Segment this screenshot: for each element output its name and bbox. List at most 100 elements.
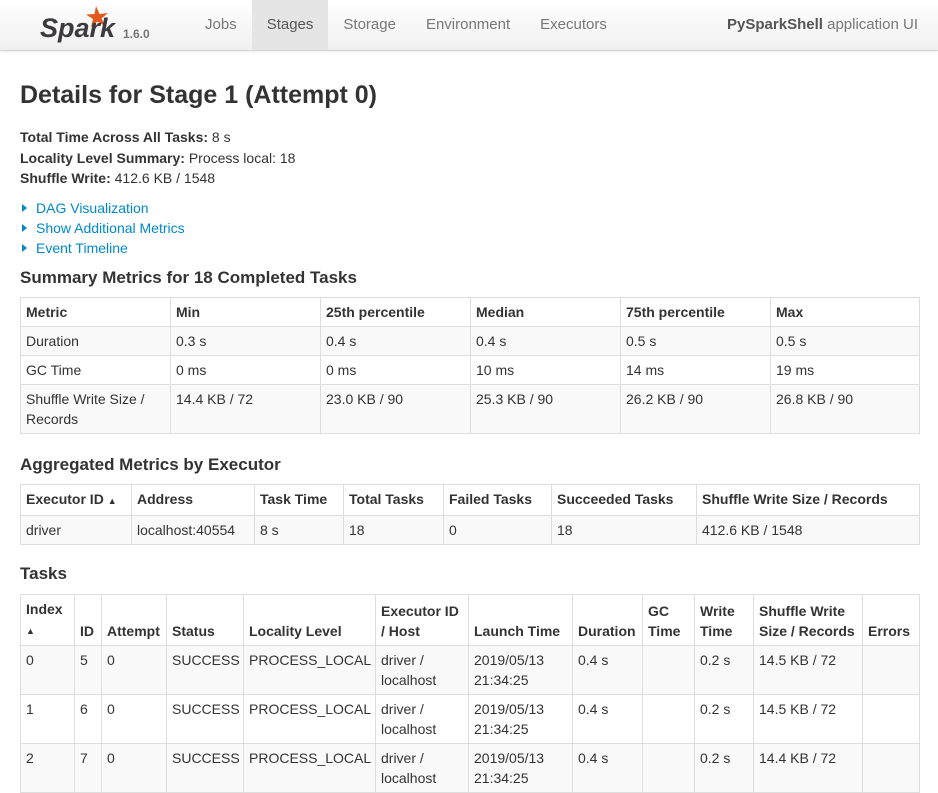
summary-label: Shuffle Write:: [20, 170, 111, 186]
table-row: 0 5 0 SUCCESS PROCESS_LOCAL driver / loc…: [20, 645, 920, 695]
table-cell: 10 ms: [470, 355, 621, 385]
sort-up-icon: ▲: [107, 496, 117, 506]
tab-jobs[interactable]: Jobs: [190, 0, 252, 50]
table-row: Shuffle Write Size / Records 14.4 KB / 7…: [20, 384, 920, 434]
table-cell: [642, 743, 695, 793]
header-label: Executor ID: [26, 491, 104, 507]
table-cell: PROCESS_LOCAL: [243, 694, 376, 744]
summary-label: Locality Level Summary:: [20, 149, 185, 166]
spark-logo[interactable]: Spark 1.6.0: [40, 2, 160, 48]
table-cell: 0.2 s: [694, 645, 754, 695]
summary-shuffle-write: Shuffle Write: 412.6 KB / 1548: [20, 168, 295, 189]
app-title: PySparkShell application UI: [727, 0, 918, 50]
column-header[interactable]: Task Time: [254, 484, 344, 516]
table-cell: [862, 645, 920, 695]
column-header[interactable]: Errors: [862, 594, 920, 646]
toggle-links: DAG Visualization Show Additional Metric…: [20, 198, 185, 258]
table-cell: PROCESS_LOCAL: [243, 645, 376, 695]
table-cell: Duration: [20, 326, 171, 356]
table-cell: [642, 645, 695, 695]
table-cell: 2: [20, 743, 75, 793]
table-cell: driver / localhost: [375, 694, 469, 744]
column-header[interactable]: ID: [74, 594, 102, 646]
table-cell: 0: [20, 645, 75, 695]
dag-visualization-toggle[interactable]: DAG Visualization: [20, 198, 185, 218]
column-header[interactable]: Succeeded Tasks: [551, 484, 697, 516]
column-header: Max: [770, 297, 920, 327]
table-cell: 19 ms: [770, 355, 920, 385]
summary-locality: Locality Level Summary: Process local: 1…: [20, 148, 295, 169]
tab-executors[interactable]: Executors: [525, 0, 622, 50]
column-header[interactable]: Total Tasks: [343, 484, 444, 516]
stage-summary: Total Time Across All Tasks: 8 s Localit…: [20, 127, 295, 189]
table-cell: 0.3 s: [170, 326, 321, 356]
column-header[interactable]: Address: [131, 484, 255, 516]
column-header[interactable]: Duration: [572, 594, 643, 646]
version-label: 1.6.0: [123, 27, 150, 41]
column-header[interactable]: Failed Tasks: [443, 484, 552, 516]
column-header[interactable]: Write Time: [694, 594, 754, 646]
tab-storage[interactable]: Storage: [328, 0, 411, 50]
toggle-label: Show Additional Metrics: [36, 220, 185, 236]
table-row: driver localhost:40554 8 s 18 0 18 412.6…: [20, 515, 920, 545]
column-header[interactable]: Attempt: [101, 594, 167, 646]
tab-environment[interactable]: Environment: [411, 0, 525, 50]
table-cell: 0 ms: [320, 355, 471, 385]
table-cell: 0.5 s: [770, 326, 920, 356]
table-cell: 0.4 s: [572, 743, 643, 793]
summary-value: 8 s: [208, 129, 231, 145]
column-header-executor-id[interactable]: Executor ID ▲: [20, 484, 132, 516]
table-cell: 1: [20, 694, 75, 744]
table-row: 2 7 0 SUCCESS PROCESS_LOCAL driver / loc…: [20, 743, 920, 793]
table-cell: 0.4 s: [470, 326, 621, 356]
table-cell: 14 ms: [620, 355, 771, 385]
column-header[interactable]: Executor ID / Host: [375, 594, 469, 646]
column-header[interactable]: Status: [166, 594, 244, 646]
table-cell: 0.4 s: [320, 326, 471, 356]
table-cell: 25.3 KB / 90: [470, 384, 621, 434]
table-header-row: Index ▲ ID Attempt Status Locality Level …: [20, 594, 920, 646]
tasks-title: Tasks: [20, 564, 67, 583]
table-cell: SUCCESS: [166, 645, 244, 695]
column-header[interactable]: Locality Level: [243, 594, 376, 646]
summary-value: Process local: 18: [184, 149, 296, 166]
table-cell: 14.4 KB / 72: [170, 384, 321, 434]
toggle-label: DAG Visualization: [36, 200, 149, 216]
table-cell: 14.5 KB / 72: [753, 645, 863, 695]
table-cell: 0.5 s: [620, 326, 771, 356]
tab-stages[interactable]: Stages: [251, 0, 329, 50]
table-header-row: Metric Min 25th percentile Median 75th p…: [20, 297, 920, 327]
executor-metrics-table: Executor ID ▲ Address Task Time Total Ta…: [20, 484, 920, 545]
table-cell: 14.4 KB / 72: [753, 743, 863, 793]
additional-metrics-toggle[interactable]: Show Additional Metrics: [20, 218, 185, 238]
page-title: Details for Stage 1 (Attempt 0): [20, 81, 378, 109]
column-header-index[interactable]: Index ▲: [20, 594, 75, 646]
table-cell: 0.2 s: [694, 694, 754, 744]
summary-metrics-table: Metric Min 25th percentile Median 75th p…: [20, 297, 920, 434]
app-name: PySparkShell: [727, 16, 823, 33]
table-cell: 412.6 KB / 1548: [696, 515, 920, 545]
summary-label: Total Time Across All Tasks:: [20, 129, 209, 145]
app-suffix: application UI: [822, 16, 918, 33]
event-timeline-toggle[interactable]: Event Timeline: [20, 238, 185, 258]
column-header[interactable]: Launch Time: [468, 594, 573, 646]
column-header[interactable]: Shuffle Write Size / Records: [696, 484, 920, 516]
table-header-row: Executor ID ▲ Address Task Time Total Ta…: [20, 484, 920, 516]
table-cell: 18: [551, 515, 697, 545]
caret-right-icon: [22, 244, 27, 252]
table-cell: 8 s: [254, 515, 344, 545]
table-cell: driver / localhost: [375, 645, 469, 695]
tasks-table: Index ▲ ID Attempt Status Locality Level …: [20, 594, 920, 793]
table-cell: SUCCESS: [166, 694, 244, 744]
header-label: Index: [26, 601, 63, 617]
column-header[interactable]: GC Time: [642, 594, 695, 646]
table-row: Duration 0.3 s 0.4 s 0.4 s 0.5 s 0.5 s: [20, 326, 920, 356]
caret-right-icon: [22, 204, 27, 212]
table-cell: 0 ms: [170, 355, 321, 385]
table-cell: 0.4 s: [572, 694, 643, 744]
table-cell: 2019/05/13 21:34:25: [468, 743, 573, 793]
summary-value: 412.6 KB / 1548: [110, 170, 216, 186]
table-cell: [862, 694, 920, 744]
column-header: 75th percentile: [620, 297, 771, 327]
column-header[interactable]: Shuffle Write Size / Records: [753, 594, 863, 646]
